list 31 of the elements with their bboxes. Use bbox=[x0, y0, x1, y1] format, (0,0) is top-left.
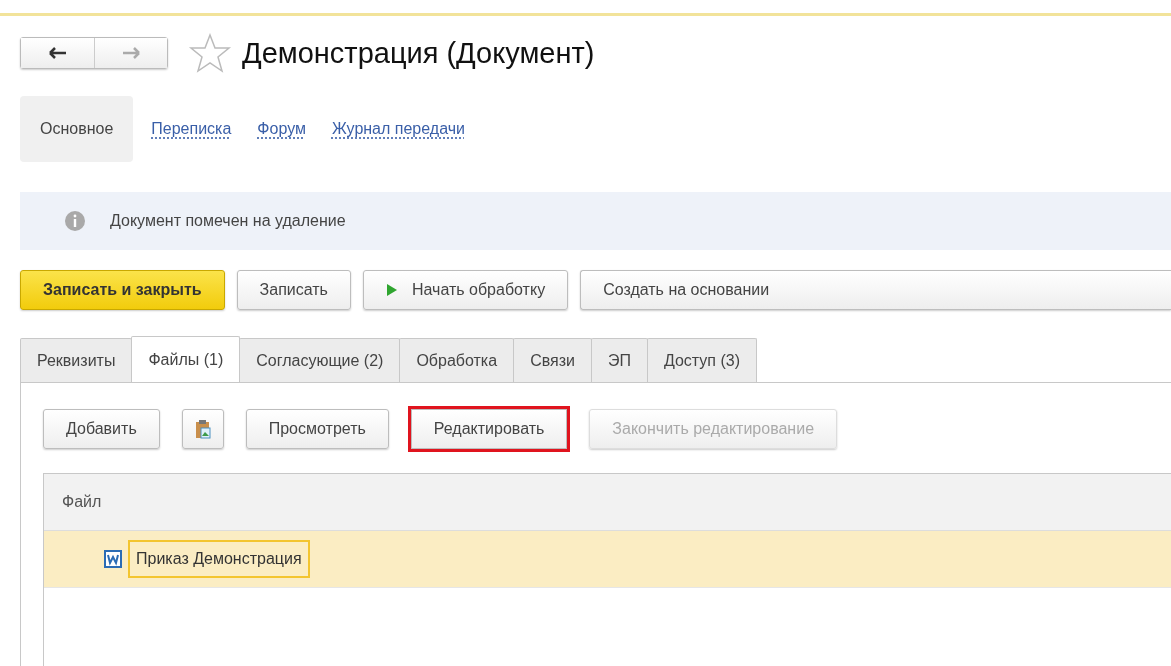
clipboard-icon bbox=[194, 419, 211, 439]
info-icon bbox=[64, 210, 86, 232]
create-based-on-button[interactable]: Создать на основании bbox=[580, 270, 1171, 310]
toolbar-button[interactable]: Добавить bbox=[43, 409, 160, 449]
toolbar-button[interactable]: Редактировать bbox=[410, 409, 568, 449]
window-title: Демонстрация (Документ) bbox=[242, 36, 595, 70]
paste-button[interactable] bbox=[181, 409, 224, 449]
tab[interactable]: Доступ (3) bbox=[646, 338, 758, 382]
tab[interactable]: Связи bbox=[513, 338, 592, 382]
toolbar-button[interactable]: Просмотреть bbox=[245, 409, 389, 449]
left-arrow-icon bbox=[48, 47, 67, 59]
tab[interactable]: Согласующие (2) bbox=[239, 338, 401, 382]
tab[interactable]: Реквизиты bbox=[20, 338, 133, 382]
save-close-button[interactable]: Записать и закрыть bbox=[20, 270, 225, 310]
info-message: Документ помечен на удаление bbox=[110, 212, 346, 230]
section-link[interactable]: Журнал передачи bbox=[323, 96, 473, 162]
section-link[interactable]: Переписка bbox=[143, 96, 240, 162]
start-processing-button[interactable]: Начать обработку bbox=[362, 270, 569, 310]
section-link[interactable]: Форум bbox=[249, 96, 314, 162]
table-row[interactable]: Приказ Демонстрация bbox=[44, 531, 1171, 588]
play-icon bbox=[385, 283, 398, 297]
section-link[interactable]: Основное bbox=[20, 96, 134, 162]
tab[interactable]: Обработка bbox=[399, 338, 515, 382]
star-icon[interactable] bbox=[188, 33, 232, 73]
back-button[interactable] bbox=[21, 38, 94, 68]
save-button[interactable]: Записать bbox=[236, 270, 351, 310]
word-document-icon bbox=[104, 550, 122, 568]
column-header: Файл bbox=[62, 493, 102, 511]
right-arrow-icon bbox=[122, 47, 140, 59]
table-cell: Приказ Демонстрация bbox=[128, 540, 310, 578]
tab[interactable]: ЭП bbox=[590, 338, 648, 382]
